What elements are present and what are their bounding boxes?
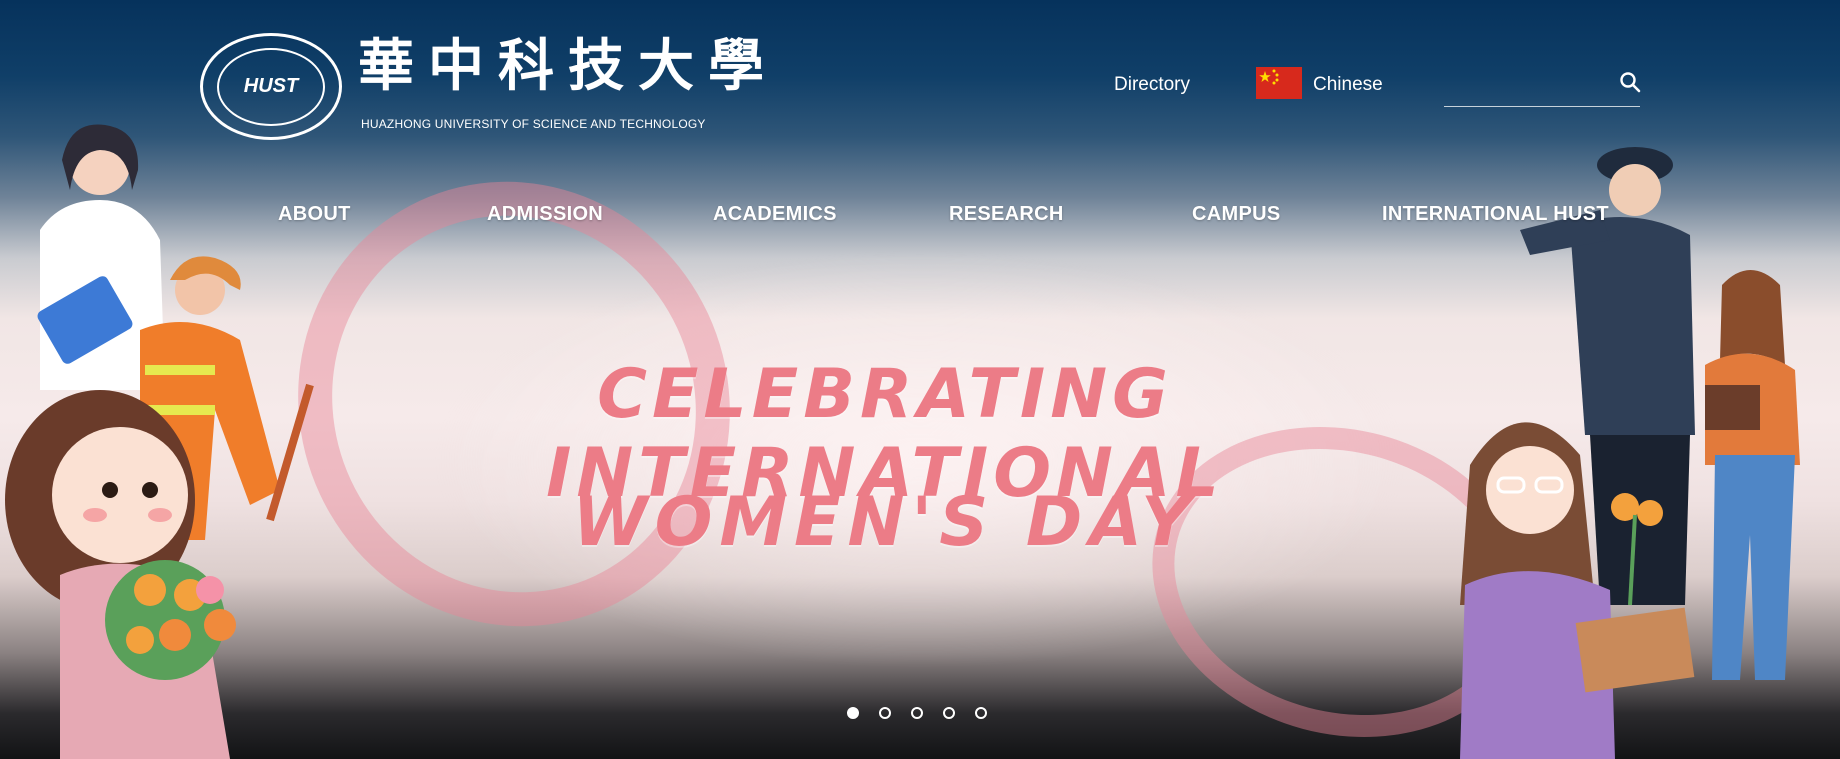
- university-seal-logo[interactable]: HUST: [200, 33, 342, 140]
- carousel-dot-1[interactable]: [847, 707, 859, 719]
- seal-text: HUST: [243, 75, 299, 97]
- carousel-dot-3[interactable]: [911, 707, 923, 719]
- language-switch-link[interactable]: Chinese: [1313, 74, 1383, 96]
- nav-item-research[interactable]: RESEARCH: [949, 203, 1064, 226]
- university-name-english[interactable]: HUAZHONG UNIVERSITY OF SCIENCE AND TECHN…: [361, 117, 706, 131]
- nav-item-campus[interactable]: CAMPUS: [1192, 203, 1280, 226]
- flower-bouquet: [105, 560, 236, 680]
- search-icon[interactable]: [1619, 71, 1641, 93]
- china-flag-icon[interactable]: [1256, 67, 1302, 99]
- hero-banner: HUST 華中科技大學 HUAZHONG UNIVERSITY OF SCIEN…: [0, 0, 1840, 759]
- directory-link[interactable]: Directory: [1114, 74, 1190, 96]
- carousel-dot-4[interactable]: [943, 707, 955, 719]
- nav-item-academics[interactable]: ACADEMICS: [713, 203, 837, 226]
- slide-headline-line-2[interactable]: WOMEN'S DAY: [300, 483, 1470, 562]
- site-header: HUST 華中科技大學 HUAZHONG UNIVERSITY OF SCIEN…: [0, 0, 1840, 240]
- nav-item-about[interactable]: ABOUT: [278, 203, 351, 226]
- seal-inner-ring: HUST: [217, 47, 325, 126]
- carousel-dot-5[interactable]: [975, 707, 987, 719]
- search-underline: [1444, 106, 1640, 107]
- nav-item-international-hust[interactable]: INTERNATIONAL HUST: [1382, 203, 1609, 226]
- carousel-dot-2[interactable]: [879, 707, 891, 719]
- search-input[interactable]: [1444, 70, 1618, 106]
- flag-stars: [1259, 69, 1279, 85]
- nav-item-admission[interactable]: ADMISSION: [487, 203, 603, 226]
- university-name-chinese[interactable]: 華中科技大學: [358, 38, 778, 94]
